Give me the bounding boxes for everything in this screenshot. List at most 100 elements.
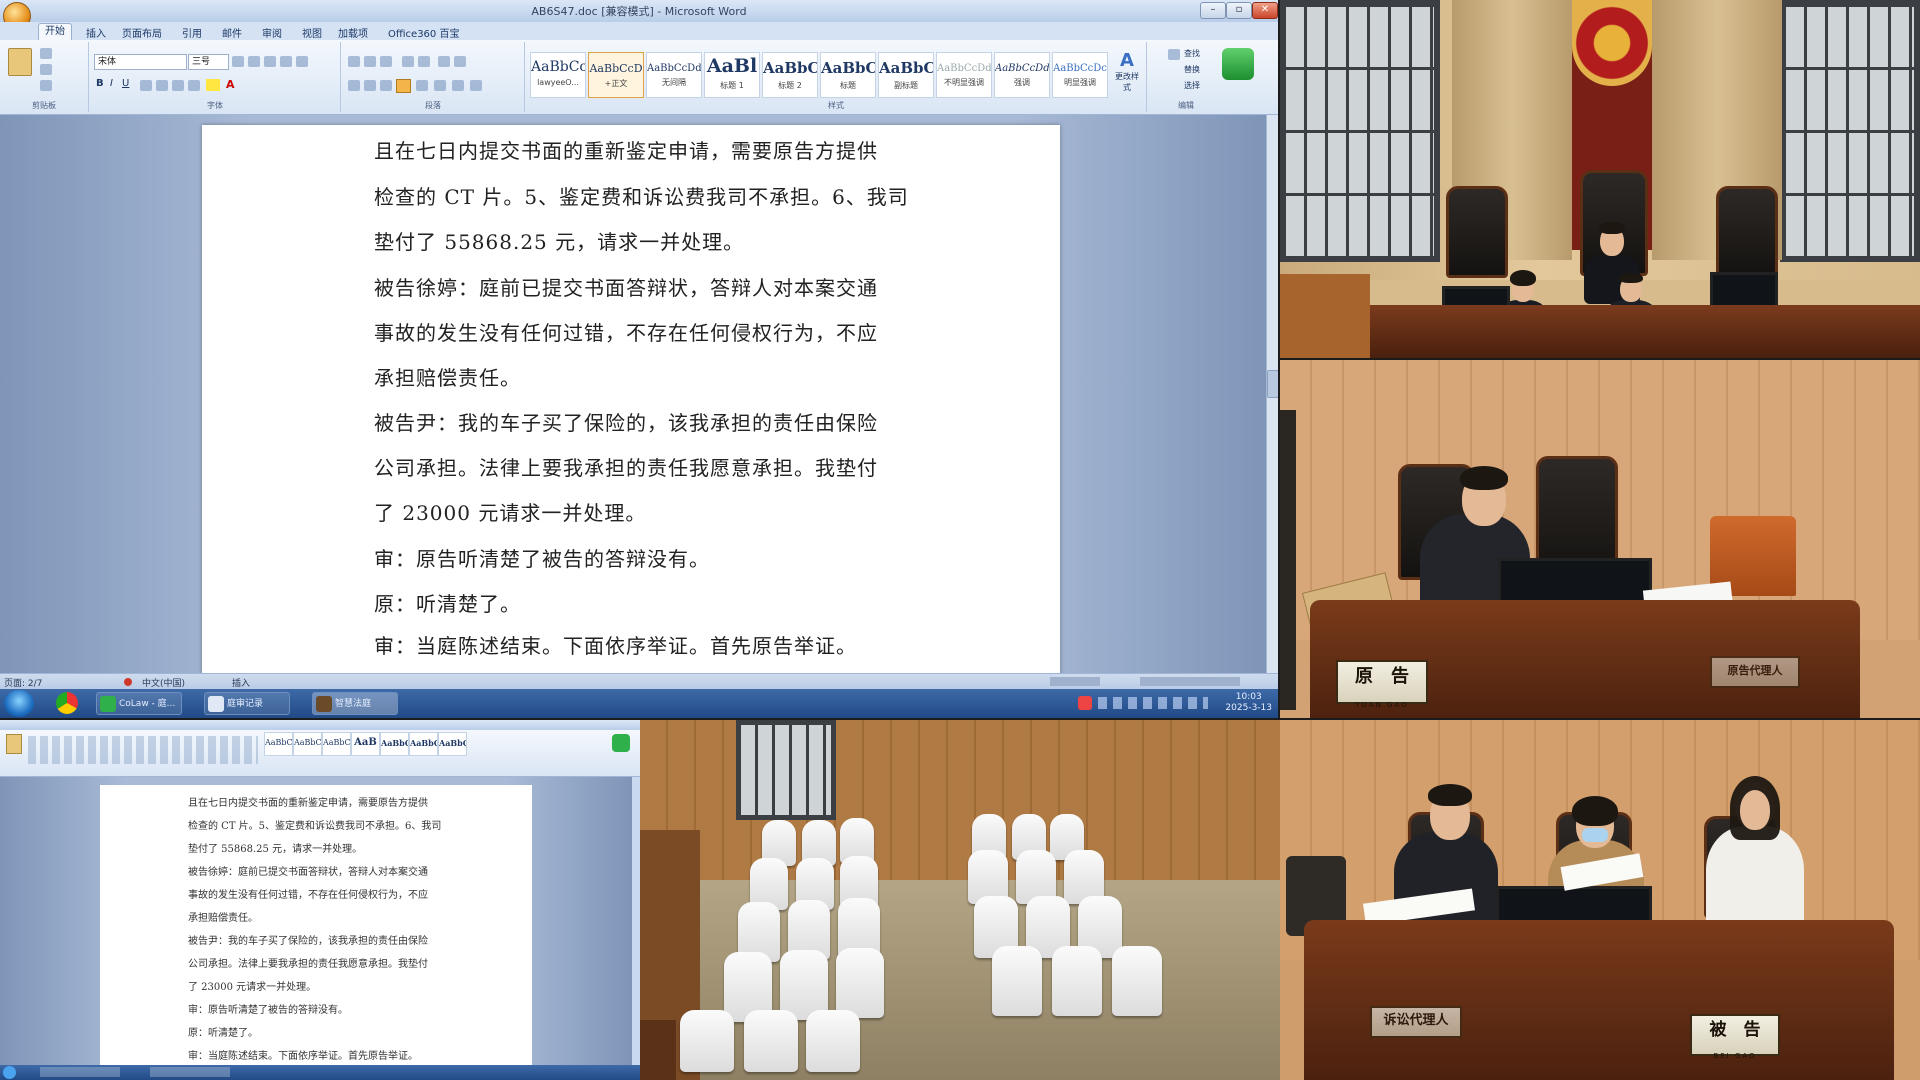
- align-right-icon[interactable]: [380, 80, 392, 91]
- mirror-doc-line: 公司承担。法律上要我承担的责任我愿意承担。我垫付: [188, 959, 428, 970]
- select-button[interactable]: 选择: [1184, 80, 1200, 91]
- borders-icon[interactable]: [470, 80, 482, 91]
- mirror-doc-line: 了 23000 元请求一并处理。: [188, 982, 317, 993]
- taskbar-item-record[interactable]: 庭审记录: [204, 692, 290, 715]
- chrome-icon[interactable]: [56, 692, 78, 714]
- taskbar-item-colaw[interactable]: CoLaw - 庭...: [96, 692, 182, 715]
- style-heading-1[interactable]: AaBl 标题 1: [704, 52, 760, 98]
- text-effects-icon[interactable]: [188, 80, 200, 91]
- decrease-indent-icon[interactable]: [402, 56, 414, 67]
- face-mask: [1582, 828, 1608, 842]
- superscript-icon[interactable]: [172, 80, 184, 91]
- tab-references[interactable]: 引用: [182, 25, 202, 40]
- group-label-editing: 编辑: [1178, 101, 1194, 110]
- font-name-select[interactable]: 宋体: [94, 54, 187, 70]
- tab-insert[interactable]: 插入: [86, 25, 106, 40]
- plaintiff-agent-nameplate: 原告代理人: [1710, 656, 1800, 688]
- insert-mode-indicator[interactable]: 插入: [232, 676, 250, 689]
- increase-indent-icon[interactable]: [418, 56, 430, 67]
- document-page[interactable]: 且在七日内提交书面的重新鉴定申请，需要原告方提供 检查的 CT 片。5、鉴定费和…: [202, 125, 1060, 685]
- show-marks-icon[interactable]: [454, 56, 466, 67]
- change-styles-button[interactable]: A 更改样式: [1112, 50, 1142, 93]
- judge-chair-left: [1446, 186, 1508, 278]
- view-buttons[interactable]: [1050, 677, 1100, 686]
- group-label-font: 字体: [207, 101, 223, 110]
- proofing-icon[interactable]: [124, 678, 132, 686]
- ribbon-tabs: 开始 插入 页面布局 引用 邮件 审阅 视图 加载项 Office360 百宝: [0, 22, 1278, 40]
- shading-icon[interactable]: [452, 80, 464, 91]
- mirror-doc-line: 承担赔偿责任。: [188, 913, 258, 924]
- bullets-icon[interactable]: [348, 56, 360, 67]
- grow-font-icon[interactable]: [232, 56, 244, 67]
- style-subtle-emphasis[interactable]: AaBbCcDd 不明显强调: [936, 52, 992, 98]
- numbering-icon[interactable]: [364, 56, 376, 67]
- char-border-icon[interactable]: [296, 56, 308, 67]
- line-spacing-icon[interactable]: [434, 80, 446, 91]
- find-button[interactable]: 查找: [1184, 48, 1200, 59]
- camera-judges-bench: [1280, 0, 1920, 358]
- taskbar-item-court[interactable]: 智慧法庭: [312, 692, 398, 715]
- style-lawyee[interactable]: AaBbCc lawyeeO...: [530, 52, 586, 98]
- tab-mailings[interactable]: 邮件: [222, 25, 242, 40]
- tab-page-layout[interactable]: 页面布局: [122, 25, 162, 40]
- maximize-button[interactable]: ▫: [1226, 2, 1252, 19]
- mirror-document-page: 且在七日内提交书面的重新鉴定申请，需要原告方提供 检查的 CT 片。5、鉴定费和…: [100, 785, 532, 1075]
- word-window-mirror: AaBbCc AaBbCcD AaBbCcD AaB AaBbC AaBbC A…: [0, 720, 640, 1080]
- document-icon: [208, 696, 224, 712]
- tab-review[interactable]: 审阅: [262, 25, 282, 40]
- mirror-doc-line: 原：听清楚了。: [188, 1028, 258, 1039]
- italic-icon[interactable]: I: [110, 78, 113, 89]
- zoom-slider[interactable]: [1140, 677, 1240, 686]
- strikethrough-icon[interactable]: [140, 80, 152, 91]
- mirror-style-tile: AaBbC: [380, 732, 409, 756]
- system-tray-icons[interactable]: [1098, 697, 1208, 709]
- align-left-icon[interactable]: [348, 80, 360, 91]
- format-painter-icon[interactable]: [40, 80, 52, 91]
- tab-addins[interactable]: 加载项: [338, 25, 368, 40]
- defendant-agent-nameplate: 诉讼代理人: [1370, 1006, 1462, 1038]
- copy-icon[interactable]: [40, 64, 52, 75]
- style-intense-emphasis[interactable]: AaBbCcDc 明显强调: [1052, 52, 1108, 98]
- multilevel-icon[interactable]: [380, 56, 392, 67]
- clock[interactable]: 10:03 2025-3-13: [1225, 692, 1272, 714]
- gallery-seat: [680, 1010, 734, 1072]
- tab-office360[interactable]: Office360 百宝: [388, 25, 459, 40]
- font-size-select[interactable]: 三号: [188, 54, 229, 70]
- judge-chair-right: [1716, 186, 1778, 278]
- style-title[interactable]: AaBbC 标题: [820, 52, 876, 98]
- align-center-icon[interactable]: [364, 80, 376, 91]
- font-color-icon[interactable]: A: [226, 78, 235, 91]
- page-indicator[interactable]: 页面: 2/7: [4, 676, 42, 689]
- replace-button[interactable]: 替换: [1184, 64, 1200, 75]
- style-no-spacing[interactable]: AaBbCcDd 无间隔: [646, 52, 702, 98]
- phonetic-icon[interactable]: [280, 56, 292, 67]
- distributed-icon[interactable]: [416, 80, 428, 91]
- highlight-icon[interactable]: [206, 79, 220, 91]
- document-area[interactable]: 且在七日内提交书面的重新鉴定申请，需要原告方提供 检查的 CT 片。5、鉴定费和…: [0, 115, 1266, 685]
- style-subtitle[interactable]: AaBbC 副标题: [878, 52, 934, 98]
- start-button[interactable]: [4, 690, 34, 717]
- justify-icon[interactable]: [396, 79, 411, 93]
- doc-line: 审：当庭陈述结束。下面依序举证。首先原告举证。: [374, 634, 857, 658]
- scrollbar-thumb[interactable]: [1267, 370, 1278, 398]
- bold-icon[interactable]: B: [96, 78, 104, 89]
- subscript-icon[interactable]: [156, 80, 168, 91]
- tab-view[interactable]: 视图: [302, 25, 322, 40]
- cut-icon[interactable]: [40, 48, 52, 59]
- office360-app-icon[interactable]: [1222, 48, 1254, 80]
- style-normal[interactable]: AaBbCcD +正文: [588, 52, 644, 98]
- shrink-font-icon[interactable]: [248, 56, 260, 67]
- minimize-button[interactable]: –: [1200, 2, 1226, 19]
- tab-home[interactable]: 开始: [38, 23, 72, 40]
- sort-icon[interactable]: [438, 56, 450, 67]
- status-bar: 页面: 2/7 中文(中国) 插入: [0, 673, 1278, 690]
- sogou-ime-icon[interactable]: [1078, 696, 1092, 710]
- underline-icon[interactable]: U: [122, 78, 129, 89]
- style-heading-2[interactable]: AaBbC 标题 2: [762, 52, 818, 98]
- language-indicator[interactable]: 中文(中国): [142, 676, 185, 689]
- mirror-style-tile: AaBbCcD: [322, 732, 351, 756]
- clear-format-icon[interactable]: [264, 56, 276, 67]
- paste-icon[interactable]: [8, 48, 32, 76]
- style-emphasis[interactable]: AaBbCcDd 强调: [994, 52, 1050, 98]
- close-button[interactable]: ✕: [1252, 2, 1278, 19]
